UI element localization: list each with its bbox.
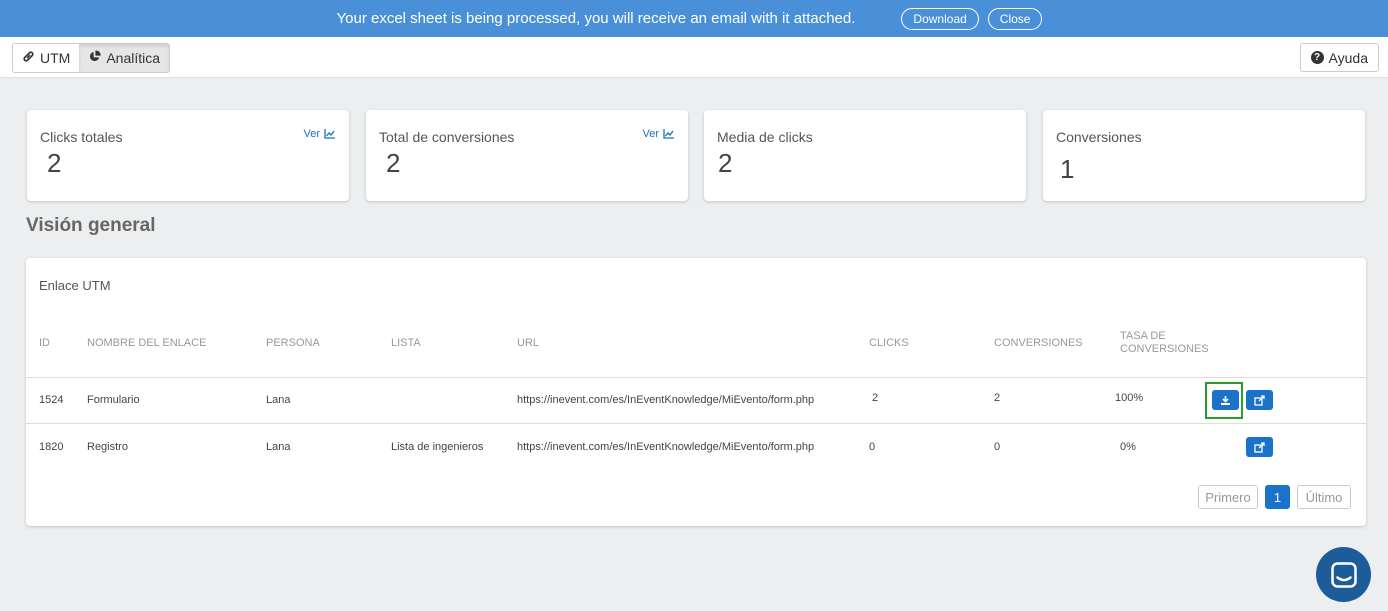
- download-button[interactable]: Download: [901, 7, 979, 30]
- column-header-person: PERSONA: [266, 337, 320, 349]
- question-icon: ?: [1310, 51, 1324, 64]
- column-header-id: ID: [39, 337, 50, 349]
- card-value: 2: [47, 148, 62, 178]
- tab-analitica-label: Analítica: [106, 50, 161, 66]
- line-chart-icon: [663, 129, 674, 139]
- cell-clicks: 2: [872, 392, 879, 404]
- view-chart-link[interactable]: Ver: [642, 128, 674, 140]
- view-chart-link[interactable]: Ver: [303, 128, 335, 140]
- cell-conversions: 0: [994, 441, 1001, 453]
- tab-utm-label: UTM: [40, 50, 71, 66]
- banner-message: Your excel sheet is being processed, you…: [336, 10, 856, 27]
- pie-chart-icon: [88, 50, 101, 66]
- panel-title: Enlace UTM: [39, 278, 111, 293]
- utm-links-panel: Enlace UTM ID NOMBRE DEL ENLACE PERSONA …: [26, 258, 1366, 526]
- column-header-conversions: CONVERSIONES: [994, 337, 1083, 349]
- help-button[interactable]: ? Ayuda: [1299, 43, 1379, 72]
- card-value: 2: [718, 148, 733, 178]
- cell-id: 1820: [39, 441, 64, 453]
- tab-analitica[interactable]: Analítica: [79, 44, 170, 72]
- cell-conversion-rate: 100%: [1115, 392, 1144, 404]
- section-title: Visión general: [26, 215, 156, 236]
- column-header-link-name: NOMBRE DEL ENLACE: [87, 337, 207, 349]
- view-tabs: UTM Analítica: [12, 43, 171, 73]
- tab-utm[interactable]: UTM: [13, 44, 80, 72]
- view-link-label: Ver: [642, 128, 659, 140]
- external-link-icon: [1254, 394, 1265, 406]
- cell-link-name: Formulario: [87, 394, 140, 406]
- top-bar: UTM Analítica ? Ayuda: [0, 37, 1388, 78]
- cell-url: https://inevent.com/es/InEventKnowledge/…: [517, 394, 815, 406]
- pagination-last[interactable]: Último: [1297, 485, 1351, 509]
- card-average-clicks: Media de clicks 2: [704, 110, 1026, 201]
- cell-list: Lista de ingenieros: [391, 441, 484, 453]
- link-icon: [22, 50, 35, 66]
- close-button[interactable]: Close: [987, 7, 1043, 30]
- view-link-label: Ver: [303, 128, 320, 140]
- card-title: Conversiones: [1056, 129, 1142, 145]
- cell-person: Lana: [266, 441, 291, 453]
- cell-url: https://inevent.com/es/InEventKnowledge/…: [517, 441, 815, 453]
- external-link-icon: [1254, 441, 1265, 453]
- card-value: 2: [386, 148, 401, 178]
- open-link-button[interactable]: [1246, 437, 1273, 457]
- cell-conversion-rate: 0%: [1120, 441, 1136, 453]
- notification-banner: Your excel sheet is being processed, you…: [0, 0, 1388, 37]
- column-header-conversion-rate: TASA DE CONVERSIONES: [1120, 330, 1209, 355]
- chat-launcher-button[interactable]: [1316, 547, 1371, 602]
- open-link-button[interactable]: [1246, 390, 1273, 410]
- line-chart-icon: [324, 129, 335, 139]
- header-divider: [26, 377, 1366, 378]
- help-label: Ayuda: [1328, 49, 1368, 66]
- column-header-url: URL: [517, 337, 540, 349]
- cell-clicks: 0: [869, 441, 876, 453]
- download-icon: [1221, 395, 1230, 405]
- card-value: 1: [1060, 154, 1075, 184]
- cell-conversions: 2: [994, 392, 1001, 404]
- card-total-conversions: Total de conversiones 2 Ver: [366, 110, 688, 201]
- cell-id: 1524: [39, 394, 64, 406]
- card-title: Total de conversiones: [379, 129, 515, 145]
- chat-icon: [1330, 561, 1357, 588]
- card-title: Clicks totales: [40, 129, 123, 145]
- pagination-first[interactable]: Primero: [1198, 485, 1258, 509]
- cell-person: Lana: [266, 394, 291, 406]
- column-header-clicks: CLICKS: [869, 337, 909, 349]
- row-divider: [26, 423, 1366, 424]
- column-header-list: LISTA: [391, 337, 421, 349]
- cell-link-name: Registro: [87, 441, 128, 453]
- card-title: Media de clicks: [717, 129, 813, 145]
- download-row-button[interactable]: [1212, 390, 1239, 410]
- card-conversions: Conversiones 1: [1043, 110, 1365, 201]
- pagination-page-1[interactable]: 1: [1265, 485, 1290, 509]
- card-total-clicks: Clicks totales 2 Ver: [27, 110, 349, 201]
